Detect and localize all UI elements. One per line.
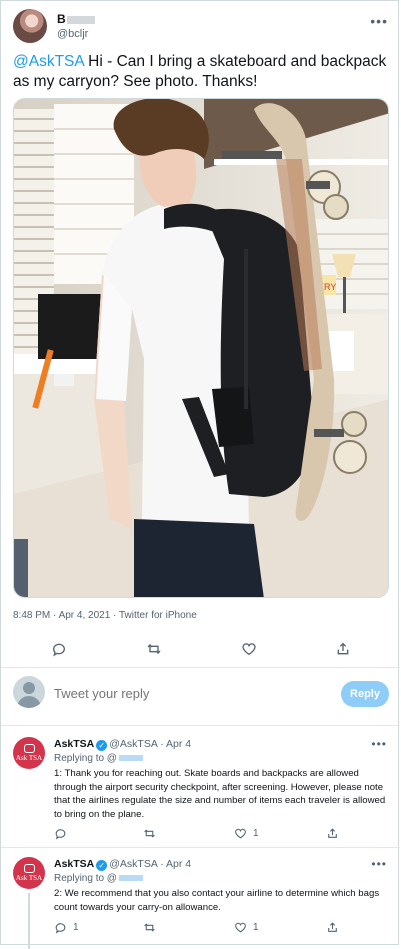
like-count: 1 xyxy=(253,828,259,839)
thread-line xyxy=(28,893,30,949)
divider xyxy=(1,725,400,726)
reply-action-bar: 1 xyxy=(54,827,354,843)
redacted-handle xyxy=(118,755,143,762)
reply-tweet[interactable]: Ask TSA AskTSA ✓ @AskTSA · Apr 4 ••• Reply… xyxy=(13,737,389,842)
reply-date[interactable]: · Apr 4 xyxy=(160,738,191,750)
replying-to: Replying to @ xyxy=(54,753,143,764)
share-icon[interactable] xyxy=(333,639,353,659)
retweet-icon[interactable] xyxy=(143,827,162,840)
tweet-timestamp[interactable]: 8:48 PM · Apr 4, 2021 · Twitter for iPho… xyxy=(13,610,197,621)
retweet-icon[interactable] xyxy=(144,639,164,659)
tweet-header: B @bcljr ••• xyxy=(13,9,390,45)
reply-author-handle[interactable]: @AskTSA xyxy=(109,738,157,750)
reply-action-bar: 1 1 xyxy=(54,921,354,937)
retweet-icon[interactable] xyxy=(143,921,162,934)
asktsa-avatar[interactable]: Ask TSA xyxy=(13,857,45,889)
heart-icon[interactable]: 1 xyxy=(234,921,259,934)
reply-author-name[interactable]: AskTSA xyxy=(54,858,94,870)
tweet-text: @AskTSA Hi - Can I bring a skateboard an… xyxy=(13,53,387,90)
like-count: 1 xyxy=(253,922,259,933)
share-icon[interactable] xyxy=(326,921,339,934)
asktsa-avatar[interactable]: Ask TSA xyxy=(13,737,45,769)
heart-icon[interactable]: 1 xyxy=(234,827,259,840)
heart-icon[interactable] xyxy=(239,639,259,659)
mention-link[interactable]: @AskTSA xyxy=(13,53,84,70)
divider xyxy=(1,667,400,668)
replying-to: Replying to @ xyxy=(54,873,143,884)
user-display-name[interactable]: B xyxy=(57,12,95,26)
user-avatar[interactable] xyxy=(13,9,47,43)
reply-composer: Reply xyxy=(13,676,389,712)
verified-badge-icon: ✓ xyxy=(96,740,108,751)
reply-count: 1 xyxy=(73,922,79,933)
reply-input[interactable] xyxy=(54,686,254,701)
tweet-thread: B @bcljr ••• @AskTSA Hi - Can I bring a … xyxy=(0,0,400,949)
reply-author-name[interactable]: AskTSA xyxy=(54,738,94,750)
reply-icon[interactable] xyxy=(54,827,73,840)
reply-button[interactable]: Reply xyxy=(341,681,389,707)
verified-badge-icon: ✓ xyxy=(96,860,108,871)
user-handle[interactable]: @bcljr xyxy=(57,28,88,40)
redacted-name xyxy=(66,15,95,24)
reply-author-handle[interactable]: @AskTSA xyxy=(109,858,157,870)
current-user-avatar xyxy=(13,676,45,708)
more-icon[interactable]: ••• xyxy=(370,13,388,29)
reply-icon[interactable]: 1 xyxy=(54,921,79,934)
tweet-photo[interactable]: KRY xyxy=(13,98,389,598)
photo-illustration: KRY xyxy=(14,99,388,597)
reply-icon[interactable] xyxy=(49,639,69,659)
divider xyxy=(1,847,400,848)
more-icon[interactable]: ••• xyxy=(371,857,387,871)
reply-tweet[interactable]: Ask TSA AskTSA ✓ @AskTSA · Apr 4 ••• Reply… xyxy=(13,857,389,949)
more-icon[interactable]: ••• xyxy=(371,737,387,751)
reply-text: 1: Thank you for reaching out. Skate boa… xyxy=(54,768,386,820)
reply-header: AskTSA ✓ @AskTSA · Apr 4 xyxy=(54,738,191,751)
reply-text: 2: We recommend that you also contact yo… xyxy=(54,888,380,913)
reply-date[interactable]: · Apr 4 xyxy=(160,858,191,870)
tweet-action-bar xyxy=(13,637,389,661)
redacted-handle xyxy=(118,875,143,882)
reply-header: AskTSA ✓ @AskTSA · Apr 4 xyxy=(54,858,191,871)
share-icon[interactable] xyxy=(326,827,339,840)
